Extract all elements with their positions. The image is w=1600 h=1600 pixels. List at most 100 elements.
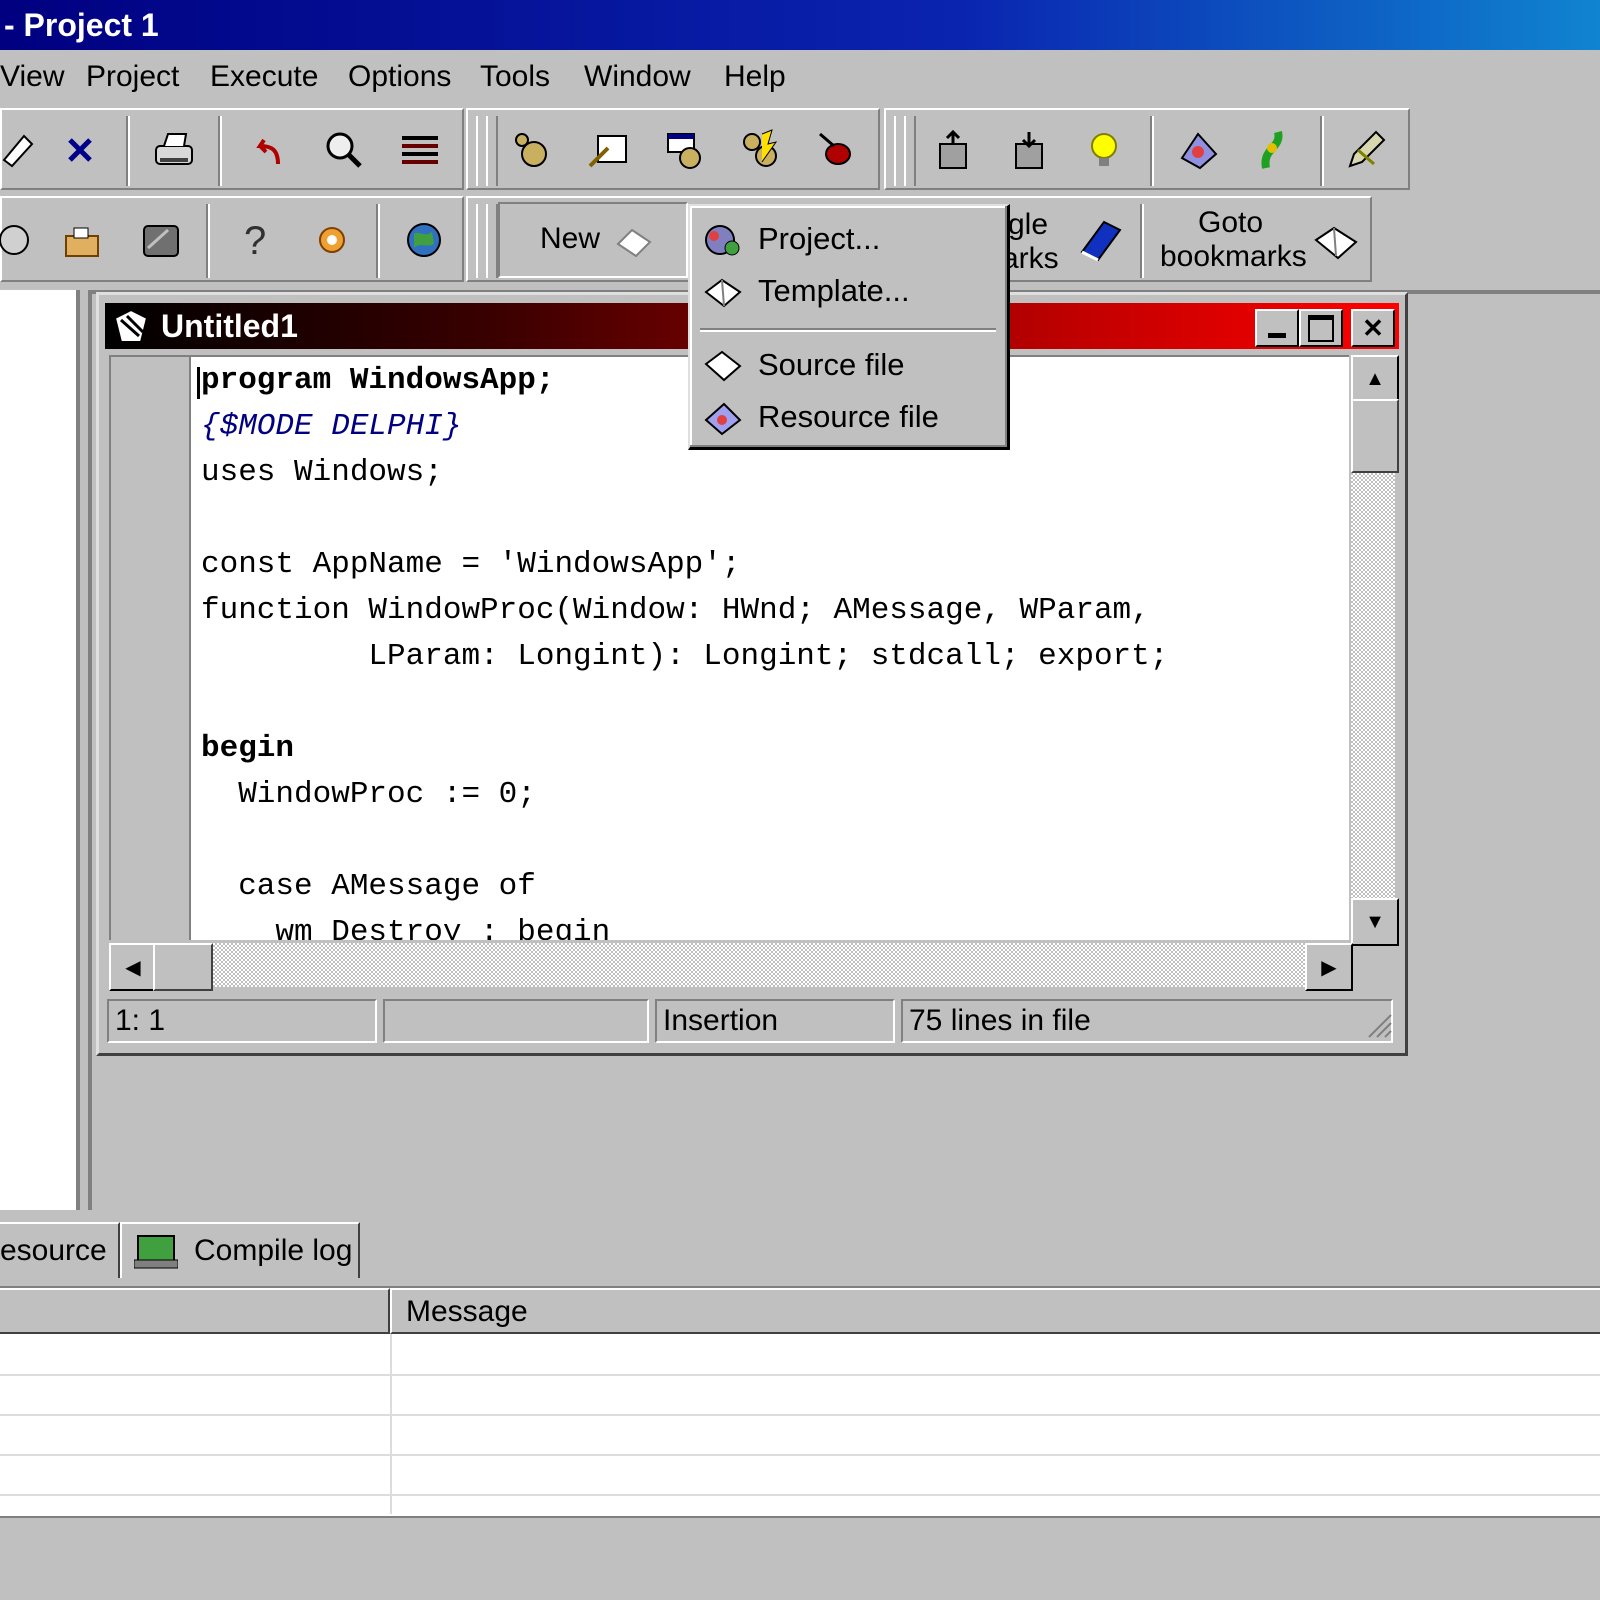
add-to-project-icon[interactable] <box>924 122 980 178</box>
code-line-text: wm_Destroy : begin <box>201 915 611 940</box>
menu-item-project-label: Project... <box>758 221 881 256</box>
app-title: - Project 1 <box>4 7 159 43</box>
project-browser-panel[interactable] <box>0 290 80 1210</box>
column-header-blank[interactable] <box>0 1288 390 1334</box>
new-file-icon <box>614 224 654 268</box>
code-line-text: program WindowsApp; <box>201 363 555 398</box>
tab-compile-log[interactable]: Compile log <box>120 1222 360 1278</box>
print-icon[interactable] <box>146 122 202 178</box>
rebuild-icon[interactable] <box>732 122 788 178</box>
table-row[interactable] <box>0 1494 1600 1496</box>
table-row[interactable] <box>0 1414 1600 1416</box>
menu-item-project[interactable]: Project... <box>698 216 998 262</box>
horizontal-scroll-thumb[interactable] <box>153 943 213 991</box>
compile-icon[interactable] <box>504 122 560 178</box>
toolbar-grip[interactable] <box>486 116 498 186</box>
code-line: function WindowProc(Window: HWnd; AMessa… <box>201 591 1150 631</box>
code-line: WindowProc := 0; <box>201 775 536 815</box>
scroll-up-button[interactable]: ▲ <box>1351 355 1399 403</box>
close-file-icon[interactable] <box>52 122 108 178</box>
scroll-down-button[interactable]: ▼ <box>1351 898 1399 946</box>
compile-log-list[interactable]: Message <box>0 1286 1600 1516</box>
arrow-up-icon: ▲ <box>1365 367 1385 390</box>
toggle-bookmarks-label-line1: gle <box>1008 208 1049 241</box>
output-tabs: esource Compile log <box>0 1218 1600 1278</box>
remove-from-project-icon[interactable] <box>1000 122 1056 178</box>
code-line-text: LParam: Longint): Longint; stdcall; expo… <box>201 639 1169 674</box>
code-line-text: begin <box>201 731 295 766</box>
tab-resource-label: esource <box>0 1234 107 1267</box>
undo-icon[interactable] <box>240 122 296 178</box>
vertical-scroll-thumb[interactable] <box>1351 399 1399 473</box>
menu-window[interactable]: Window <box>584 58 691 96</box>
toolbar-grip[interactable] <box>904 116 916 186</box>
line-count: 75 lines in file <box>901 999 1393 1043</box>
app-title-bar: - Project 1 <box>0 0 1600 50</box>
scroll-right-button[interactable]: ▶ <box>1305 943 1353 991</box>
maximize-button[interactable] <box>1299 309 1343 347</box>
menu-options[interactable]: Options <box>348 58 451 96</box>
arrow-left-icon: ◀ <box>125 956 141 979</box>
open-book-icon <box>1312 220 1360 272</box>
about-icon[interactable] <box>304 212 360 268</box>
toolbar-separator <box>206 204 210 278</box>
goto-bookmarks-button[interactable]: Goto bookmarks <box>1148 198 1374 280</box>
menu-item-source-file[interactable]: Source file <box>698 342 998 388</box>
toolbar-compile <box>466 108 880 190</box>
code-line: LParam: Longint): Longint; stdcall; expo… <box>201 637 1168 677</box>
code-line-text: {$MODE DELPHI} <box>201 409 462 444</box>
code-line: wm_Destroy : begin <box>201 913 610 940</box>
open-project-icon[interactable] <box>0 212 42 268</box>
template-icon <box>702 274 742 310</box>
resize-grip-icon[interactable] <box>1365 1011 1393 1047</box>
debug-icon[interactable] <box>808 122 864 178</box>
find-icon[interactable] <box>316 122 372 178</box>
maximize-icon <box>1308 314 1334 342</box>
editor-window-icon[interactable] <box>111 308 151 356</box>
table-row[interactable] <box>0 1374 1600 1376</box>
toolbar-grip[interactable] <box>486 204 498 278</box>
code-line-text: WindowProc := 0; <box>201 777 536 812</box>
compile-run-icon[interactable] <box>656 122 712 178</box>
menu-item-source-file-label: Source file <box>758 347 905 382</box>
run-icon[interactable] <box>580 122 636 178</box>
minimize-button[interactable] <box>1255 309 1299 347</box>
column-header-message[interactable]: Message <box>390 1288 1600 1334</box>
code-line: case AMessage of <box>201 867 536 907</box>
horizontal-scrollbar[interactable]: ◀ ▶ <box>109 943 1353 991</box>
menu-separator <box>700 328 996 332</box>
tab-resource[interactable]: esource <box>0 1222 120 1278</box>
toggle-bookmarks-button[interactable]: gle arks <box>988 198 1138 280</box>
project-folder-icon[interactable] <box>54 212 110 268</box>
help-icon[interactable]: ? <box>226 212 282 268</box>
project-options-icon[interactable] <box>1170 122 1226 178</box>
code-line-text: const AppName = 'WindowsApp'; <box>201 547 741 582</box>
editor-gutter[interactable] <box>111 357 191 940</box>
code-line: {$MODE DELPHI} <box>201 407 461 447</box>
new-dropdown-button[interactable]: New <box>498 202 688 278</box>
menu-tools[interactable]: Tools <box>480 58 550 96</box>
menu-item-template[interactable]: Template... <box>698 268 998 314</box>
scroll-left-button[interactable]: ◀ <box>109 943 157 991</box>
menu-view[interactable]: View <box>0 58 64 96</box>
menu-execute[interactable]: Execute <box>210 58 318 96</box>
edit-mode: Insertion <box>655 999 895 1043</box>
dos-shell-icon[interactable] <box>132 212 188 268</box>
tab-compile-log-label: Compile log <box>194 1234 353 1267</box>
vertical-scrollbar[interactable]: ▲ ▼ <box>1351 355 1399 946</box>
menu-item-resource-file[interactable]: Resource file <box>698 394 998 440</box>
lightbulb-icon[interactable] <box>1076 122 1132 178</box>
editor-options-icon[interactable] <box>1338 122 1394 178</box>
table-row[interactable] <box>0 1454 1600 1456</box>
web-icon[interactable] <box>396 212 452 268</box>
toolbar-separator <box>218 116 222 186</box>
menu-bar: View Project Execute Options Tools Windo… <box>0 50 1600 106</box>
new-dropdown-menu: Project... Template... Source file Resou… <box>688 204 1010 450</box>
replace-icon[interactable] <box>392 122 448 178</box>
close-button[interactable]: ✕ <box>1351 309 1395 347</box>
menu-project[interactable]: Project <box>86 58 179 96</box>
environment-options-icon[interactable] <box>1246 122 1302 178</box>
print-preview-icon[interactable] <box>0 122 46 178</box>
source-file-icon <box>702 348 742 384</box>
menu-help[interactable]: Help <box>724 58 786 96</box>
